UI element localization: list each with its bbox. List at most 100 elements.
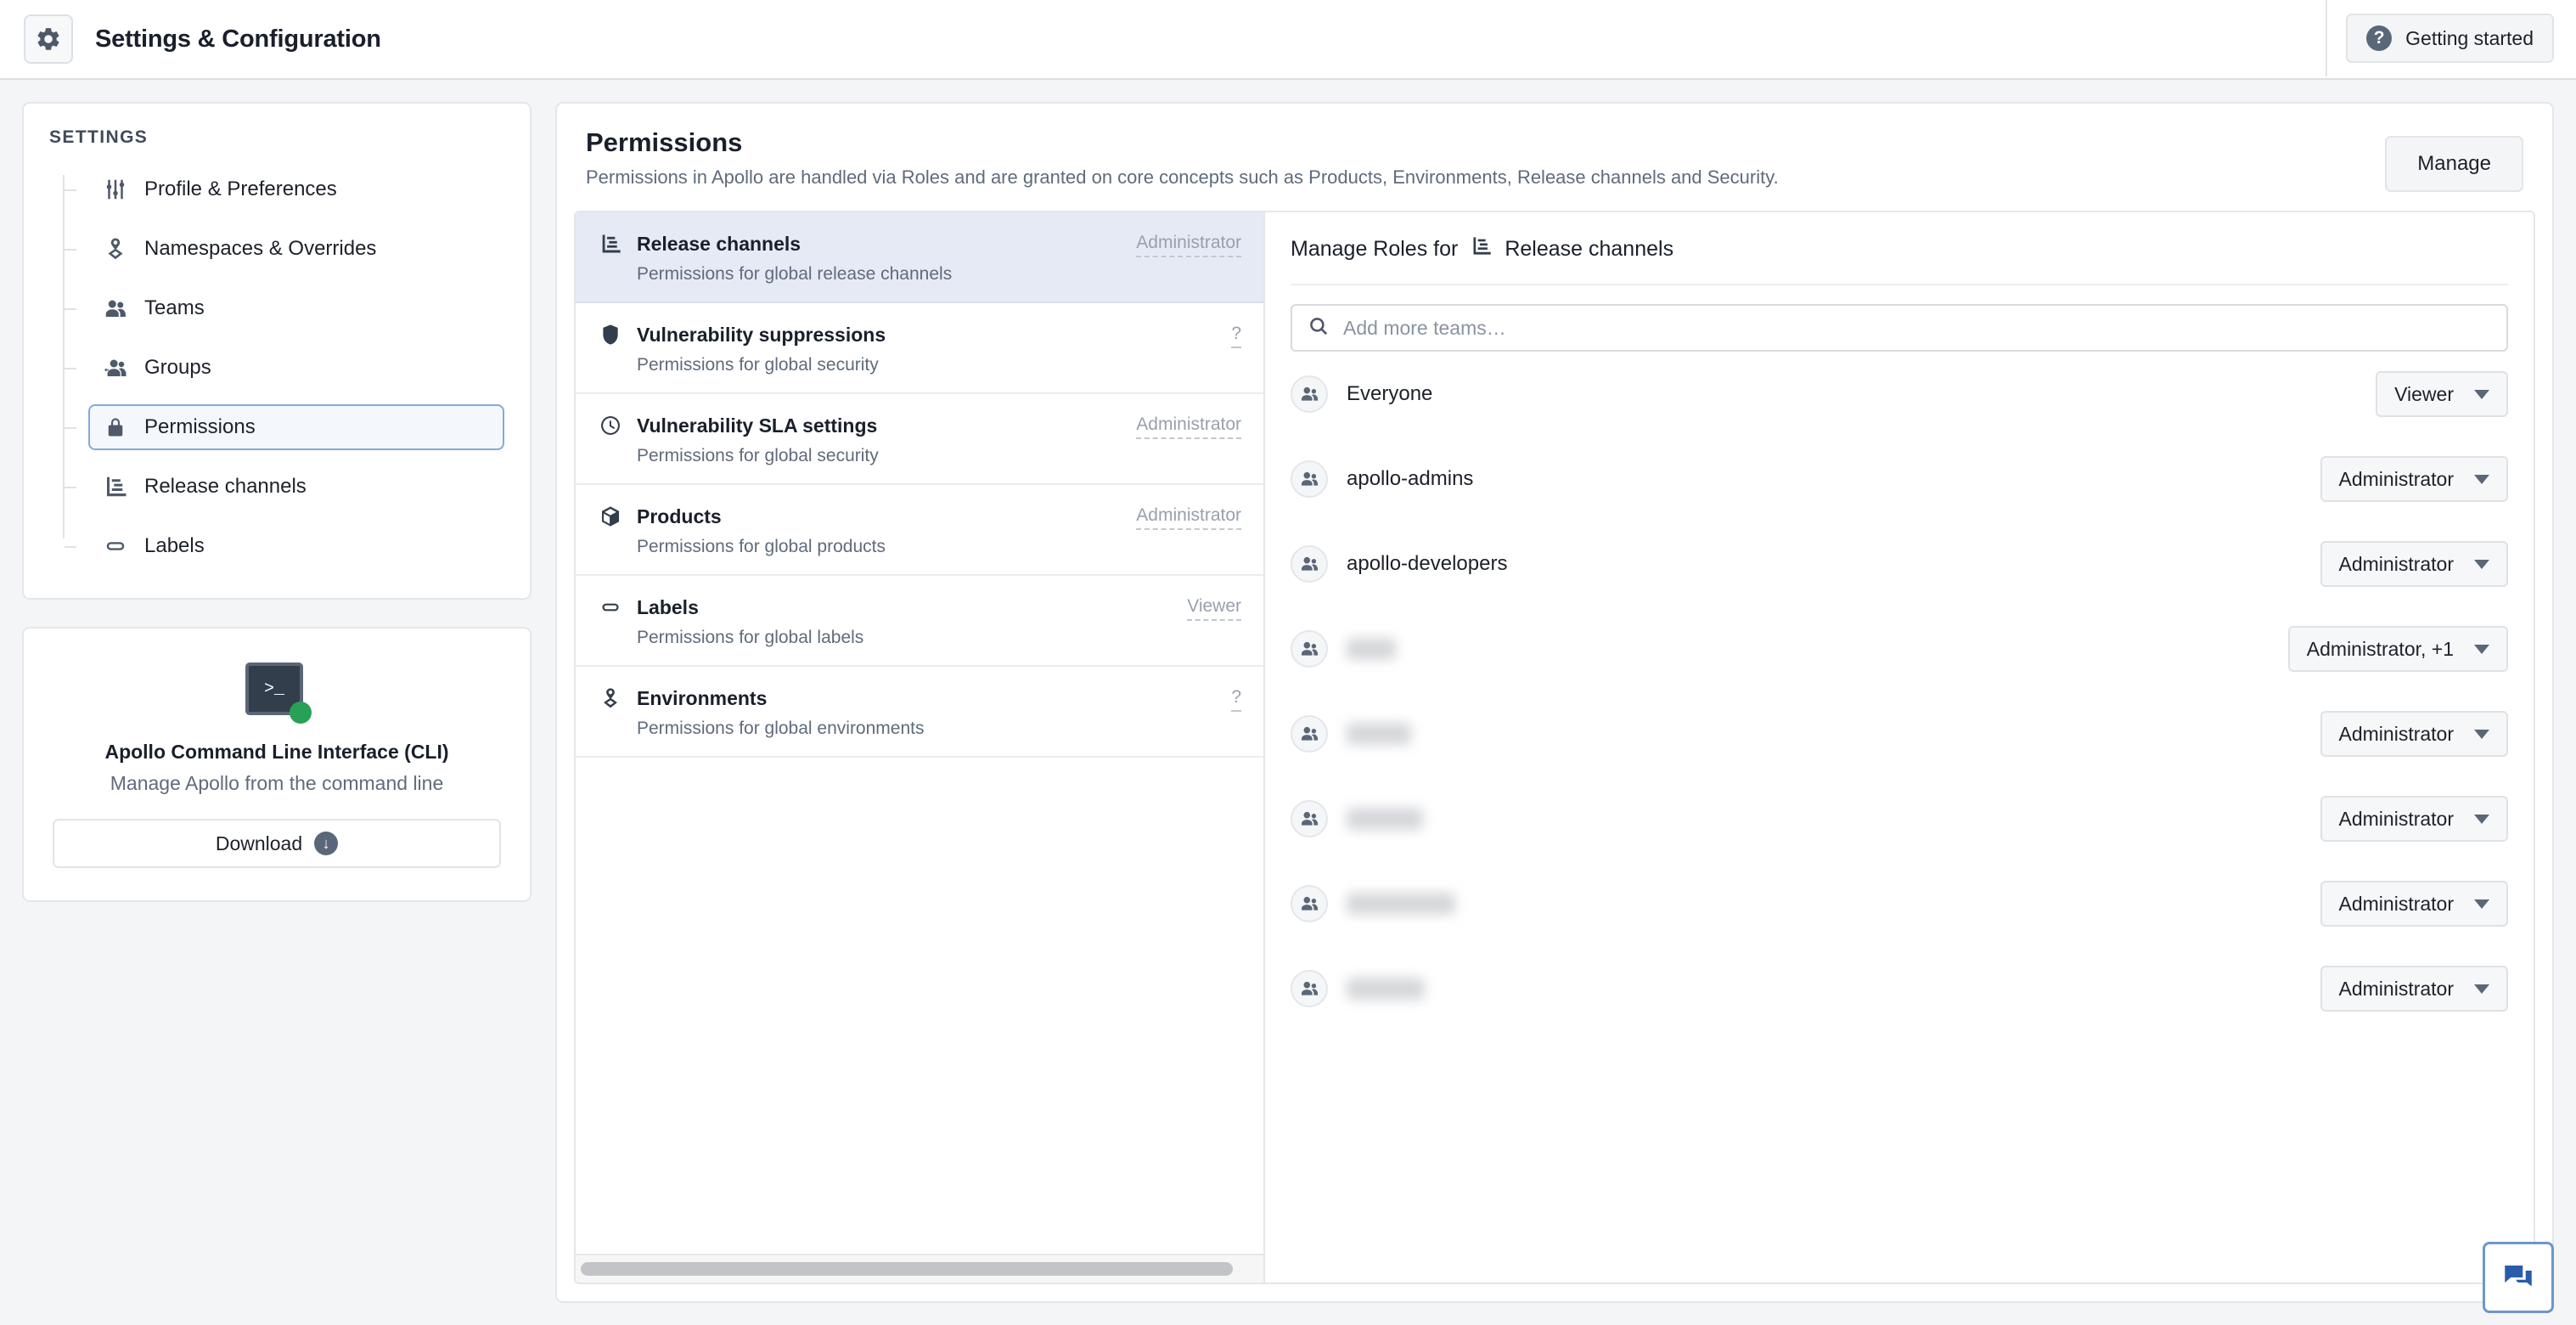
- scrollbar-thumb[interactable]: [581, 1262, 1233, 1276]
- namespace-pin-icon: [598, 685, 623, 711]
- getting-started-button[interactable]: ? Getting started: [2346, 14, 2554, 63]
- role-dropdown[interactable]: Viewer: [2376, 371, 2508, 417]
- cli-subtitle: Manage Apollo from the command line: [110, 772, 444, 794]
- chat-widget-button[interactable]: [2483, 1242, 2554, 1313]
- chevron-down-icon: [2474, 389, 2489, 399]
- role-dropdown[interactable]: Administrator: [2320, 966, 2508, 1012]
- permission-name: Labels: [637, 595, 699, 618]
- chevron-down-icon: [2474, 559, 2489, 569]
- permission-description: Permissions for global products: [637, 537, 886, 556]
- sliders-icon: [102, 176, 129, 203]
- role-dropdown[interactable]: Administrator: [2320, 456, 2508, 502]
- download-button[interactable]: Download ↓: [53, 819, 501, 868]
- sidebar-item-groups[interactable]: Groups: [65, 345, 504, 391]
- permission-row-labels[interactable]: Labels Permissions for global labels Vie…: [576, 576, 1263, 667]
- cli-card: >_ Apollo Command Line Interface (CLI) M…: [22, 627, 532, 902]
- permission-row-products[interactable]: Products Permissions for global products…: [576, 485, 1263, 576]
- role-dropdown[interactable]: Administrator, +1: [2287, 626, 2508, 672]
- role-dropdown[interactable]: Administrator: [2320, 881, 2508, 927]
- download-label: Download: [215, 832, 303, 854]
- avatar: [1291, 970, 1328, 1007]
- team-name-redacted: [1347, 638, 1396, 660]
- permission-name: Vulnerability suppressions: [637, 323, 886, 346]
- sidebar: SETTINGS Profile & Preferences Namespace…: [22, 102, 532, 1325]
- chevron-down-icon: [2474, 814, 2489, 824]
- permission-role-badge[interactable]: ?: [1231, 687, 1241, 712]
- role-value: Viewer: [2394, 382, 2454, 405]
- permission-description: Permissions for global security: [637, 446, 879, 465]
- team-row: Administrator, +1: [1291, 606, 2508, 691]
- team-row: Administrator: [1291, 946, 2508, 1031]
- permission-row-release-channels[interactable]: Release channels Permissions for global …: [576, 212, 1263, 303]
- release-channels-icon: [102, 473, 129, 500]
- sidebar-item-label: Namespaces & Overrides: [144, 237, 377, 260]
- cube-icon: [598, 504, 623, 529]
- permission-row-environments[interactable]: Environments Permissions for global envi…: [576, 667, 1263, 758]
- search-icon: [1308, 315, 1330, 341]
- release-channels-icon: [1470, 234, 1493, 263]
- permission-role-badge[interactable]: Administrator: [1136, 233, 1241, 257]
- permissions-header: Permissions Permissions in Apollo are ha…: [557, 104, 2552, 211]
- permission-row-vulnerability-suppressions[interactable]: Vulnerability suppressions Permissions f…: [576, 303, 1263, 394]
- add-teams-search[interactable]: [1291, 304, 2508, 352]
- status-dot: [290, 702, 312, 724]
- gear-icon: [24, 14, 73, 64]
- permission-description: Permissions for global release channels: [637, 264, 953, 284]
- search-input[interactable]: [1343, 316, 2491, 340]
- team-name: Everyone: [1347, 382, 1433, 405]
- lock-icon: [102, 414, 129, 441]
- avatar: [1291, 630, 1328, 668]
- manage-roles-subject: Release channels: [1505, 236, 1674, 261]
- team-row: Everyone Viewer: [1291, 352, 2508, 437]
- sidebar-item-release-channels[interactable]: Release channels: [65, 464, 504, 510]
- team-name-redacted: [1347, 978, 1425, 1000]
- team-row: Administrator: [1291, 691, 2508, 776]
- users-icon: [102, 295, 129, 322]
- permission-name: Vulnerability SLA settings: [637, 414, 878, 437]
- team-row: apollo-developers Administrator: [1291, 522, 2508, 606]
- role-dropdown[interactable]: Administrator: [2320, 711, 2508, 757]
- permissions-split-panel: Release channels Permissions for global …: [574, 211, 2535, 1284]
- permissions-title: Permissions: [586, 127, 743, 157]
- sidebar-item-label: Teams: [144, 296, 205, 319]
- sidebar-item-label: Release channels: [144, 475, 307, 498]
- sidebar-item-teams[interactable]: Teams: [65, 285, 504, 331]
- top-bar-actions: ? Getting started: [2326, 0, 2576, 76]
- cli-title: Apollo Command Line Interface (CLI): [104, 741, 449, 763]
- sidebar-item-labels[interactable]: Labels: [65, 523, 504, 569]
- permission-name: Environments: [637, 686, 768, 709]
- permission-role-badge[interactable]: ?: [1231, 324, 1241, 348]
- clock-icon: [598, 413, 623, 438]
- permission-role-badge[interactable]: Administrator: [1136, 505, 1241, 530]
- permission-role-badge[interactable]: Viewer: [1187, 596, 1241, 621]
- team-name-redacted: [1347, 808, 1423, 830]
- permission-rows: Release channels Permissions for global …: [576, 212, 1263, 1254]
- role-dropdown[interactable]: Administrator: [2320, 541, 2508, 587]
- role-value: Administrator: [2338, 722, 2454, 745]
- chevron-down-icon: [2474, 899, 2489, 909]
- terminal-prompt-glyph: >_: [252, 669, 296, 708]
- getting-started-label: Getting started: [2405, 26, 2534, 49]
- manage-roles-title: Manage Roles for Release channels: [1291, 234, 2508, 285]
- release-channels-icon: [598, 231, 623, 257]
- avatar: [1291, 800, 1328, 837]
- shield-icon: [598, 322, 623, 347]
- manage-roles-pane: Manage Roles for Release channels Add mo…: [1265, 212, 2534, 1283]
- sidebar-item-profile-preferences[interactable]: Profile & Preferences: [65, 166, 504, 212]
- permission-concepts-list: Release channels Permissions for global …: [576, 212, 1265, 1283]
- permission-role-badge[interactable]: Administrator: [1136, 414, 1241, 439]
- sidebar-item-namespaces-overrides[interactable]: Namespaces & Overrides: [65, 226, 504, 272]
- sidebar-item-label: Permissions: [144, 415, 256, 438]
- team-row: Administrator: [1291, 861, 2508, 946]
- team-name: apollo-admins: [1347, 467, 1474, 490]
- permission-name: Release channels: [637, 232, 801, 255]
- permission-description: Permissions for global security: [637, 355, 879, 375]
- permission-name: Products: [637, 505, 722, 527]
- role-value: Administrator: [2338, 892, 2454, 915]
- horizontal-scrollbar[interactable]: [576, 1254, 1263, 1283]
- permission-row-vulnerability-sla-settings[interactable]: Vulnerability SLA settings Permissions f…: [576, 394, 1263, 485]
- role-dropdown[interactable]: Administrator: [2320, 796, 2508, 842]
- sidebar-item-permissions[interactable]: Permissions: [65, 404, 504, 450]
- manage-button[interactable]: Manage: [2385, 136, 2523, 192]
- namespace-pin-icon: [102, 235, 129, 262]
